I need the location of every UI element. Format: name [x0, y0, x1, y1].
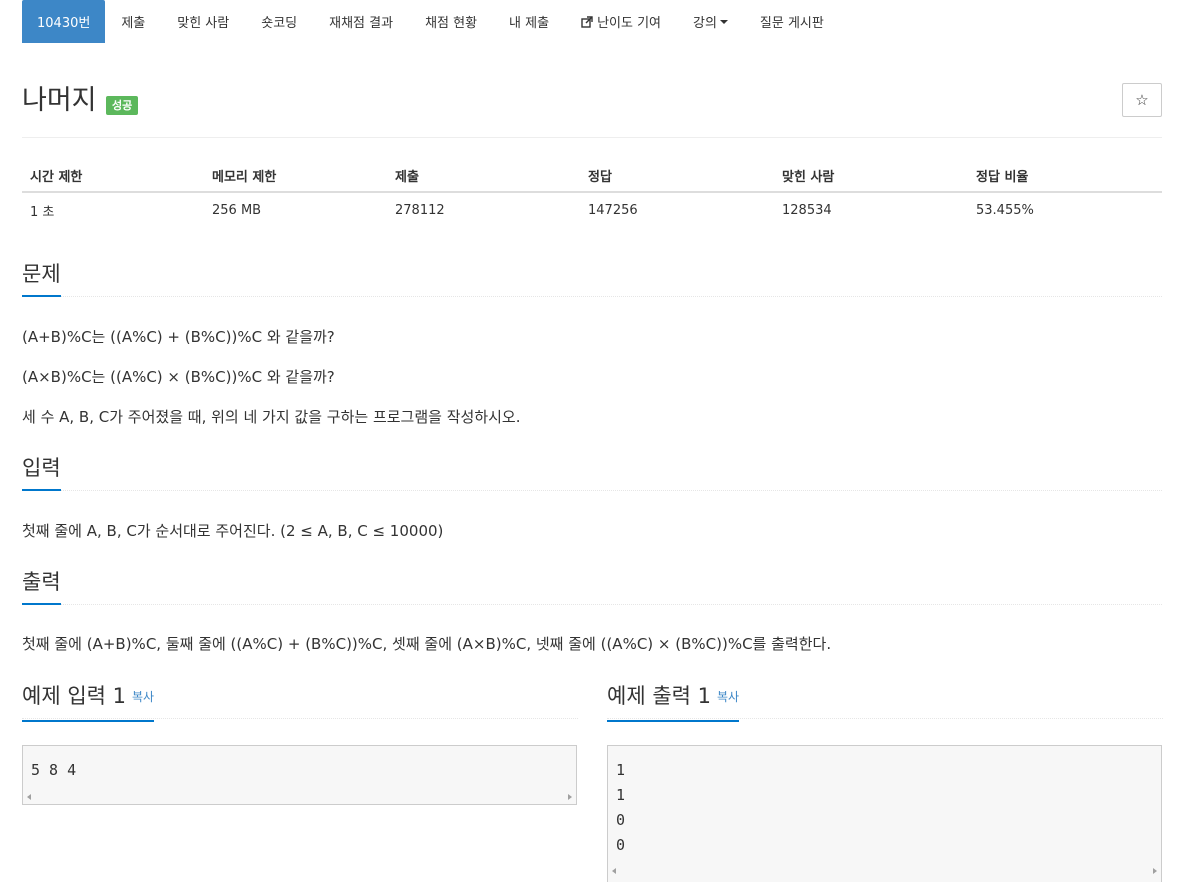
header-accept-ratio: 정답 비율 [968, 160, 1162, 193]
sample-input-heading: 예제 입력 1 복사 [22, 681, 155, 722]
value-memory-limit: 256 MB [212, 203, 262, 218]
table-row: 1 초 256 MB 278112 147256 128534 53.455% [22, 192, 1162, 228]
problem-description-heading: 문제 [22, 259, 61, 297]
sample-output-line: 0 [616, 811, 626, 829]
scroll-left-icon[interactable] [612, 868, 616, 874]
header-accepted: 정답 [580, 160, 774, 193]
scroll-right-icon[interactable] [568, 794, 572, 800]
external-link-icon [581, 15, 593, 28]
sample-output-line: 0 [616, 836, 626, 854]
tab-my-submissions[interactable]: 내 제출 [493, 0, 565, 43]
header-memory-limit: 메모리 제한 [204, 160, 387, 193]
tab-question-board[interactable]: 질문 게시판 [744, 0, 840, 43]
tab-rejudge-results[interactable]: 재채점 결과 [313, 0, 409, 43]
problem-info-table: 시간 제한 메모리 제한 제출 정답 맞힌 사람 정답 비율 1 초 256 M… [22, 160, 1162, 228]
value-accepted-users: 128534 [782, 203, 832, 218]
problem-line-2: (A×B)%C는 ((A%C) × (B%C))%C 와 같을까? [22, 368, 335, 386]
sample-output-heading: 예제 출력 1 복사 [607, 681, 740, 722]
status-badge: 성공 [106, 96, 139, 115]
value-time-limit: 1 초 [30, 205, 55, 220]
output-headline: 출력 [22, 567, 1162, 605]
sample-output-line: 1 [616, 761, 626, 779]
value-accepted: 147256 [588, 203, 638, 218]
input-headline: 입력 [22, 453, 1162, 491]
value-accept-ratio: 53.455% [976, 203, 1034, 218]
problem-title-row: 나머지 성공 ☆ [22, 82, 1162, 138]
scroll-left-icon[interactable] [27, 794, 31, 800]
problem-line-1: (A+B)%C는 ((A%C) + (B%C))%C 와 같을까? [22, 328, 335, 346]
copy-sample-output-button[interactable]: 복사 [717, 690, 739, 704]
value-submissions: 278112 [395, 203, 445, 218]
copy-sample-input-button[interactable]: 복사 [132, 690, 154, 704]
sample-input-line: 5 8 4 [31, 761, 77, 779]
horizontal-scrollbar[interactable] [608, 864, 1161, 878]
problem-menu-tabs: 10430번 제출 맞힌 사람 숏코딩 재채점 결과 채점 현황 내 제출 난이… [22, 0, 840, 43]
table-header-row: 시간 제한 메모리 제한 제출 정답 맞힌 사람 정답 비율 [22, 160, 1162, 193]
input-description: 첫째 줄에 A, B, C가 순서대로 주어진다. (2 ≤ A, B, C ≤… [22, 522, 444, 540]
sample-input-headline: 예제 입력 1 복사 [22, 681, 578, 722]
header-time-limit: 시간 제한 [22, 160, 204, 193]
tab-judge-status[interactable]: 채점 현황 [409, 0, 493, 43]
problem-line-3: 세 수 A, B, C가 주어졌을 때, 위의 네 가지 값을 구하는 프로그램… [22, 408, 521, 426]
input-heading: 입력 [22, 453, 61, 491]
header-accepted-users: 맞힌 사람 [774, 160, 968, 193]
tab-short-coding[interactable]: 숏코딩 [245, 0, 313, 43]
tab-submit[interactable]: 제출 [105, 0, 161, 43]
tab-lectures-dropdown[interactable]: 강의 [677, 0, 744, 43]
sample-output-line: 1 [616, 786, 626, 804]
tab-difficulty-contribution[interactable]: 난이도 기여 [565, 0, 677, 43]
problem-description-headline: 문제 [22, 259, 1162, 297]
favorite-star-button[interactable]: ☆ [1122, 83, 1162, 117]
sample-input-box[interactable]: 5 8 4 [22, 745, 577, 805]
horizontal-scrollbar[interactable] [23, 790, 576, 804]
output-heading: 출력 [22, 567, 61, 605]
problem-title: 나머지 [22, 85, 97, 116]
star-icon: ☆ [1135, 91, 1149, 109]
header-submissions: 제출 [387, 160, 580, 193]
scroll-right-icon[interactable] [1153, 868, 1157, 874]
output-description: 첫째 줄에 (A+B)%C, 둘째 줄에 ((A%C) + (B%C))%C, … [22, 635, 832, 653]
caret-down-icon [719, 19, 728, 24]
sample-output-headline: 예제 출력 1 복사 [607, 681, 1163, 722]
tab-accepted-users[interactable]: 맞힌 사람 [161, 0, 245, 43]
sample-output-box[interactable]: 1 1 0 0 [607, 745, 1162, 882]
tab-problem-number[interactable]: 10430번 [22, 0, 106, 43]
